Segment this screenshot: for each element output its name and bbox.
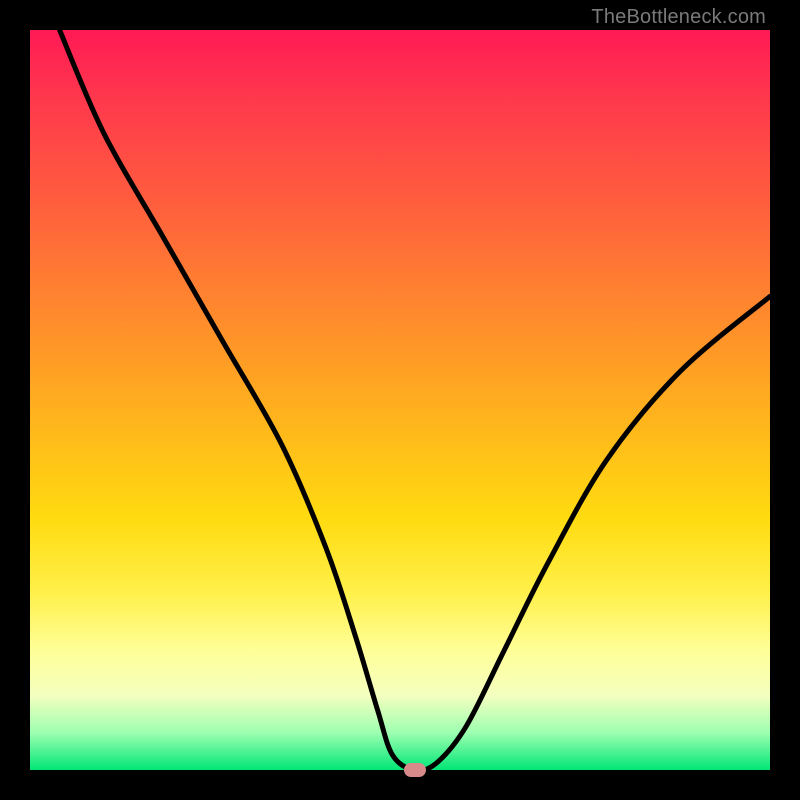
minimum-marker <box>404 763 426 777</box>
bottleneck-curve <box>30 30 770 770</box>
watermark-text: TheBottleneck.com <box>591 6 766 29</box>
plot-area <box>30 30 770 770</box>
chart-frame: TheBottleneck.com <box>0 0 800 800</box>
